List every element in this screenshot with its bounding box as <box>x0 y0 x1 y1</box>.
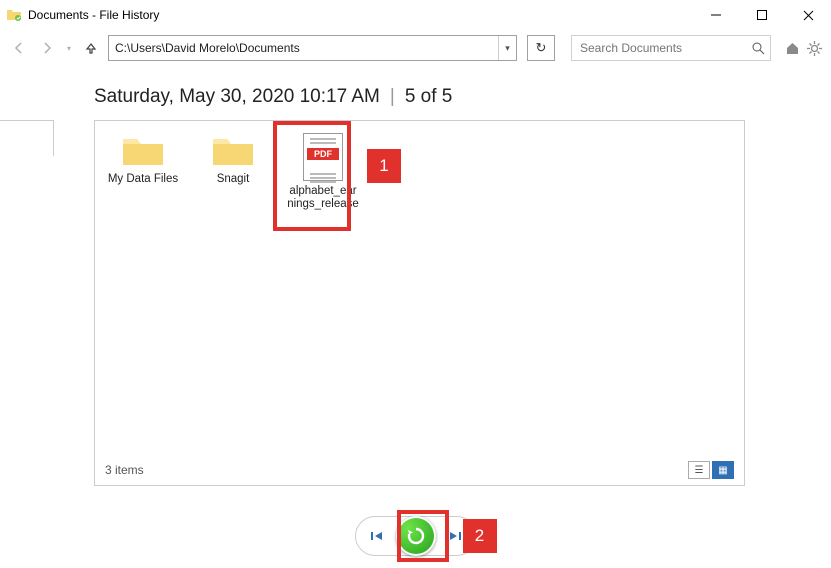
item-label: Snagit <box>217 173 250 186</box>
window-title: Documents - File History <box>28 8 159 22</box>
page-header: Saturday, May 30, 2020 10:17 AM | 5 of 5 <box>0 66 831 116</box>
snapshot-position: 5 of 5 <box>405 86 453 108</box>
folder-icon <box>211 133 255 169</box>
address-bar[interactable]: ▾ <box>108 35 517 61</box>
snapshot-timestamp: Saturday, May 30, 2020 10:17 AM <box>94 86 380 108</box>
search-box[interactable] <box>571 35 771 61</box>
view-details-button[interactable]: ☰ <box>688 461 710 479</box>
recent-locations-button[interactable]: ▾ <box>64 44 74 53</box>
address-history-button[interactable]: ▾ <box>498 36 516 60</box>
annotation-box-1 <box>273 121 351 231</box>
search-icon <box>746 42 770 55</box>
item-label: My Data Files <box>108 173 178 186</box>
annotation-label-1: 1 <box>367 149 401 183</box>
close-button[interactable] <box>785 0 831 30</box>
file-panel: My Data Files Snagit PDF alphabet_earnin… <box>94 120 745 486</box>
annotation-box-2 <box>397 510 449 562</box>
search-input[interactable] <box>572 36 746 60</box>
header-separator: | <box>390 86 395 108</box>
app-icon <box>6 7 22 23</box>
side-stub <box>0 120 54 156</box>
previous-version-button[interactable] <box>366 525 388 547</box>
toolbar: ▾ ▾ ↻ <box>0 30 831 66</box>
up-button[interactable] <box>80 37 102 59</box>
status-count: 3 items <box>105 463 144 477</box>
annotation-label-2: 2 <box>463 519 497 553</box>
gear-icon[interactable] <box>805 39 823 57</box>
status-bar: 3 items ☰ ▦ <box>105 461 734 479</box>
folder-item[interactable]: My Data Files <box>107 133 179 186</box>
address-input[interactable] <box>109 36 498 60</box>
title-bar: Documents - File History <box>0 0 831 30</box>
item-grid: My Data Files Snagit PDF alphabet_earnin… <box>107 133 732 211</box>
folder-icon <box>121 133 165 169</box>
view-icons-button[interactable]: ▦ <box>712 461 734 479</box>
forward-button[interactable] <box>36 37 58 59</box>
refresh-button[interactable]: ↻ <box>527 35 555 61</box>
back-button[interactable] <box>8 37 30 59</box>
minimize-button[interactable] <box>693 0 739 30</box>
folder-item[interactable]: Snagit <box>197 133 269 186</box>
home-icon[interactable] <box>783 39 801 57</box>
maximize-button[interactable] <box>739 0 785 30</box>
